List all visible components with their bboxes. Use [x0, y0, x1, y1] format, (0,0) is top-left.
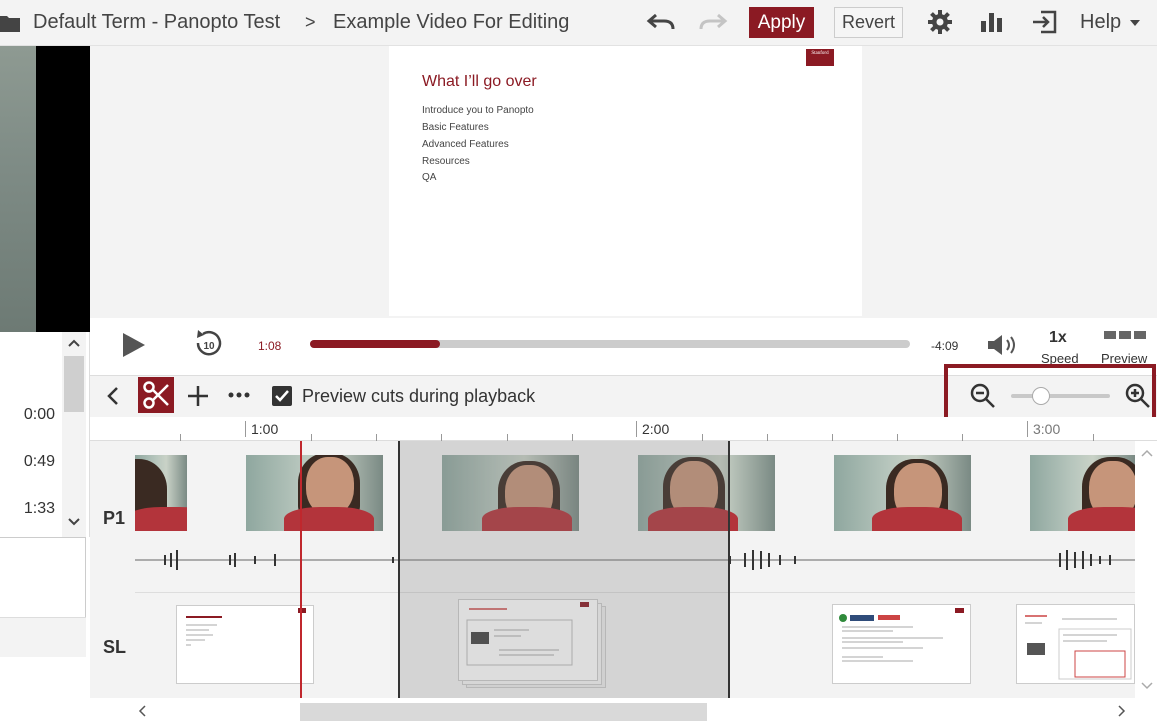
- track-label-p1: P1: [103, 508, 126, 528]
- folder-icon: [0, 16, 20, 32]
- horizontal-scrollbar-thumb[interactable]: [300, 703, 707, 721]
- header-bar: Default Term - Panopto Test > Example Vi…: [0, 0, 1157, 46]
- redo-icon[interactable]: [698, 12, 728, 32]
- chevron-down-icon: [1130, 20, 1140, 26]
- preview-cuts-checkbox[interactable]: [272, 386, 292, 406]
- slide-thumbnail: [176, 605, 314, 684]
- track-label-sl: SL: [103, 637, 127, 657]
- settings-gear-icon[interactable]: [927, 9, 953, 35]
- breadcrumb-separator: >: [305, 12, 316, 32]
- checkmark-icon: [275, 390, 289, 402]
- revert-button[interactable]: Revert: [834, 7, 903, 38]
- cut-tool-button[interactable]: [138, 377, 174, 413]
- speed-value[interactable]: 1x: [1049, 329, 1067, 347]
- play-icon[interactable]: [122, 332, 146, 358]
- left-footer-bar: [0, 617, 86, 657]
- apply-button[interactable]: Apply: [749, 7, 814, 38]
- slide-bullet: Resources: [422, 156, 470, 167]
- secondary-video-thumbnail[interactable]: [0, 46, 90, 332]
- stats-chart-icon[interactable]: [980, 11, 1004, 33]
- slide-thumbnail-content: [839, 608, 964, 662]
- toc-time[interactable]: 0:49: [24, 453, 55, 471]
- chevron-down-icon[interactable]: [1141, 682, 1153, 690]
- volume-icon[interactable]: [986, 333, 1018, 357]
- undo-icon[interactable]: [646, 12, 676, 32]
- toc-scrollbar[interactable]: [62, 332, 86, 537]
- preview-layout-icon[interactable]: [1104, 331, 1148, 339]
- breadcrumb-folder[interactable]: Default Term - Panopto Test: [33, 11, 280, 34]
- rewind-10-icon[interactable]: 10: [194, 329, 224, 359]
- scrollbar-thumb[interactable]: [64, 356, 84, 412]
- slide-thumbnail: [832, 604, 971, 684]
- video-frame-thumbnail: [1030, 455, 1135, 531]
- chevron-up-icon[interactable]: [68, 339, 80, 347]
- preview-cuts-label[interactable]: Preview cuts during playback: [302, 386, 535, 407]
- stanford-logo: Stanford: [806, 49, 834, 66]
- video-frame-thumbnail: [834, 455, 971, 531]
- slide-thumbnail: [1016, 604, 1135, 684]
- ruler-label: 3:00: [1027, 421, 1060, 437]
- exit-icon[interactable]: [1032, 10, 1058, 34]
- timeline-vertical-scrollbar[interactable]: [1137, 441, 1157, 698]
- svg-text:10: 10: [203, 341, 215, 352]
- playhead[interactable]: [300, 441, 302, 698]
- chevron-down-icon[interactable]: [68, 518, 80, 526]
- breadcrumb-session[interactable]: Example Video For Editing: [333, 11, 569, 34]
- slide-title: What I’ll go over: [422, 73, 537, 90]
- video-editor: Default Term - Panopto Test > Example Vi…: [0, 0, 1157, 721]
- slide-bullet: QA: [422, 172, 437, 183]
- slide-preview: Stanford What I’ll go over Introduce you…: [389, 46, 862, 316]
- remaining-time: -4:09: [931, 339, 959, 353]
- progress-fill: [310, 340, 440, 348]
- add-icon[interactable]: [187, 385, 209, 407]
- current-time: 1:08: [258, 339, 282, 353]
- video-frame-thumbnail: [135, 455, 187, 531]
- slide-thumbnail-content: [186, 608, 306, 646]
- cut-region[interactable]: [398, 441, 730, 698]
- slide-bullet: Basic Features: [422, 122, 489, 133]
- slide-bullet: Advanced Features: [422, 139, 509, 150]
- chevron-right-icon[interactable]: [1118, 705, 1126, 717]
- video-frame-thumbnail: [246, 455, 383, 531]
- more-options-icon[interactable]: [228, 392, 250, 398]
- slide-thumbnail-content: [1025, 615, 1132, 680]
- help-menu[interactable]: Help: [1080, 11, 1121, 34]
- toc-time[interactable]: 1:33: [24, 500, 55, 518]
- ruler-label: 2:00: [636, 421, 669, 437]
- slide-bullet: Introduce you to Panopto: [422, 105, 534, 116]
- chevron-left-icon[interactable]: [138, 705, 146, 717]
- scissors-icon: [143, 381, 169, 409]
- track-label-column: [90, 441, 135, 698]
- toc-time[interactable]: 0:00: [24, 406, 55, 424]
- chevron-up-icon[interactable]: [1141, 449, 1153, 457]
- ruler-label: 1:00: [245, 421, 278, 437]
- chevron-left-icon[interactable]: [106, 386, 120, 406]
